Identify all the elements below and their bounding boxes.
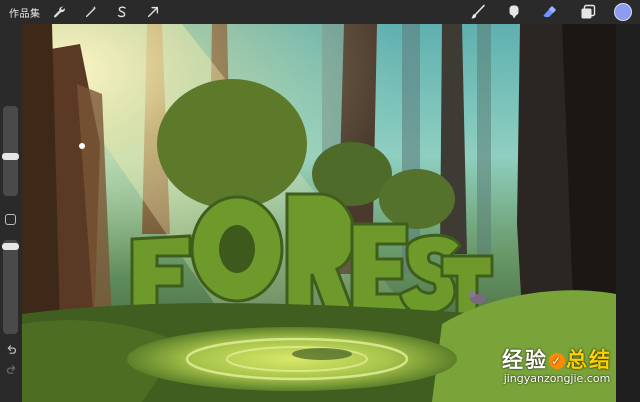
left-sidebar xyxy=(0,24,22,402)
brush-cursor xyxy=(79,143,85,149)
brush-icon[interactable] xyxy=(468,2,488,22)
watermark-url: jingyanzongjie.com xyxy=(503,372,611,385)
site-watermark: 经验 ✓ 总结 jingyanzongjie.com xyxy=(482,348,632,400)
wrench-icon[interactable] xyxy=(50,3,68,21)
forest-artwork xyxy=(22,24,616,402)
check-icon: ✓ xyxy=(549,353,565,369)
drawing-canvas[interactable] xyxy=(22,24,616,402)
watermark-title: 经验 ✓ 总结 xyxy=(482,348,632,372)
brush-size-slider[interactable] xyxy=(2,106,19,196)
undo-icon[interactable] xyxy=(4,342,18,356)
gallery-button[interactable]: 作品集 xyxy=(9,5,41,20)
layers-icon[interactable] xyxy=(578,2,598,22)
smudge-icon[interactable] xyxy=(504,2,524,22)
color-picker-button[interactable] xyxy=(614,3,632,21)
brush-size-slider-thumb[interactable] xyxy=(2,153,19,160)
right-edge-strip xyxy=(616,24,640,402)
watermark-title-part2: 总结 xyxy=(566,348,612,372)
eraser-icon[interactable] xyxy=(540,2,560,22)
opacity-slider[interactable] xyxy=(2,240,19,334)
redo-icon[interactable] xyxy=(4,362,18,376)
magic-wand-icon[interactable] xyxy=(82,3,100,21)
modify-button[interactable] xyxy=(5,214,16,225)
transform-arrow-icon[interactable] xyxy=(144,3,162,21)
watermark-title-part1: 经验 xyxy=(502,348,548,372)
opacity-slider-thumb[interactable] xyxy=(2,243,19,250)
selection-s-icon[interactable] xyxy=(113,3,131,21)
